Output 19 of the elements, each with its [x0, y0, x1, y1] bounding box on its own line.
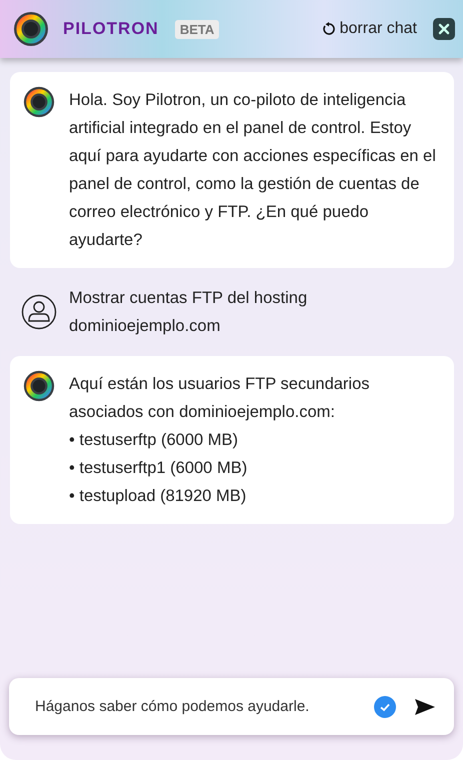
- user-message-text: Mostrar cuentas FTP del hosting dominioejemplo.com: [69, 288, 308, 337]
- message-text: Aquí están los usuarios FTP secundarios asociados con dominioejemplo.com:: [69, 374, 371, 423]
- check-icon: [374, 696, 396, 718]
- user-avatar-icon: [21, 294, 57, 330]
- list-item: • testuserftp1 (6000 MB): [69, 458, 248, 479]
- message-input[interactable]: Háganos saber cómo podemos ayudarle.: [33, 697, 360, 716]
- bot-avatar-icon: [23, 86, 55, 118]
- list-item: • testuserftp (6000 MB): [69, 430, 240, 451]
- beta-badge: BETA: [174, 20, 220, 38]
- refresh-icon: [322, 22, 336, 36]
- close-button[interactable]: [433, 18, 455, 40]
- send-icon: [414, 698, 436, 716]
- close-icon: [438, 23, 450, 35]
- bot-avatar-icon: [23, 370, 55, 402]
- list-item: • testupload (81920 MB): [69, 486, 248, 507]
- app-title: PILOTRON: [63, 19, 159, 39]
- clear-chat-button[interactable]: borrar chat: [322, 20, 417, 38]
- message-text: Hola. Soy Pilotron, un co-piloto de inteligencia artificial integrado en el panel de control. Estoy aquí para ayudarte con acciones específicas en el panel de control, como la gestión de cuentas de correo electrónico y FTP. ¿En qué puedo ayudarte?: [69, 90, 437, 251]
- logo-icon: [13, 11, 49, 47]
